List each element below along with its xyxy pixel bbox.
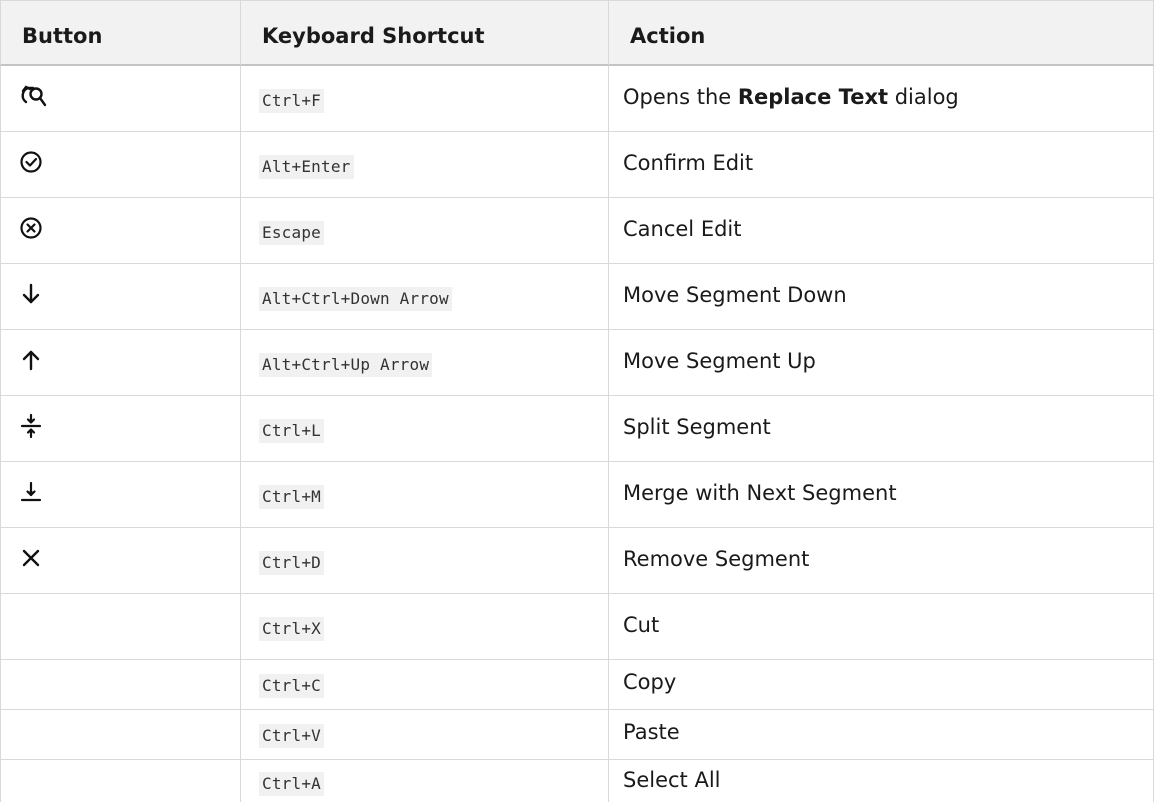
- action-text: Copy: [623, 670, 677, 694]
- shortcut-key: Ctrl+C: [259, 674, 324, 698]
- action-text: Opens the Replace Text dialog: [623, 85, 959, 109]
- table-row: Ctrl+F Opens the Replace Text dialog: [0, 66, 1154, 132]
- shortcut-key: Alt+Ctrl+Up Arrow: [259, 353, 433, 377]
- arrow-down-icon[interactable]: [19, 280, 47, 308]
- merge-segment-icon[interactable]: [19, 478, 47, 506]
- action-text-bold: Replace Text: [737, 85, 889, 109]
- action-text: Paste: [623, 720, 680, 744]
- action-text: Merge with Next Segment: [623, 481, 897, 505]
- table-row: Ctrl+M Merge with Next Segment: [0, 462, 1154, 528]
- action-text: Cancel Edit: [623, 217, 742, 241]
- action-text: Remove Segment: [623, 547, 810, 571]
- action-text: Move Segment Up: [623, 349, 816, 373]
- shortcut-key: Ctrl+L: [259, 419, 324, 443]
- confirm-check-circle-icon[interactable]: [19, 148, 47, 176]
- header-keyboard-shortcut: Keyboard Shortcut: [240, 1, 608, 65]
- table-row: Ctrl+L Split Segment: [0, 396, 1154, 462]
- remove-x-icon[interactable]: [19, 544, 47, 572]
- table-row: Alt+Ctrl+Down Arrow Move Segment Down: [0, 264, 1154, 330]
- table-row: Alt+Enter Confirm Edit: [0, 132, 1154, 198]
- action-text: Select All: [623, 768, 721, 792]
- arrow-up-icon[interactable]: [19, 346, 47, 374]
- shortcut-key: Ctrl+D: [259, 551, 324, 575]
- table-row: Ctrl+C Copy: [0, 660, 1154, 710]
- action-text: Split Segment: [623, 415, 771, 439]
- table-row: Alt+Ctrl+Up Arrow Move Segment Up: [0, 330, 1154, 396]
- shortcut-key: Ctrl+A: [259, 772, 324, 796]
- action-text: Move Segment Down: [623, 283, 847, 307]
- header-action: Action: [608, 1, 1154, 65]
- shortcut-key: Ctrl+V: [259, 724, 324, 748]
- table-row: Ctrl+A Select All: [0, 760, 1154, 802]
- table-header-row: Button Keyboard Shortcut Action: [0, 0, 1154, 66]
- shortcut-key: Escape: [259, 221, 324, 245]
- header-button: Button: [0, 1, 240, 65]
- table-row: Ctrl+V Paste: [0, 710, 1154, 760]
- action-text: Confirm Edit: [623, 151, 754, 175]
- table-row: Ctrl+D Remove Segment: [0, 528, 1154, 594]
- shortcut-key: Alt+Enter: [259, 155, 354, 179]
- replace-text-icon[interactable]: [19, 82, 47, 110]
- shortcut-key: Ctrl+X: [259, 617, 324, 641]
- action-text: Cut: [623, 613, 660, 637]
- cancel-x-circle-icon[interactable]: [19, 214, 47, 242]
- shortcut-key: Ctrl+F: [259, 89, 324, 113]
- shortcut-key: Alt+Ctrl+Down Arrow: [259, 287, 452, 311]
- table-row: Escape Cancel Edit: [0, 198, 1154, 264]
- shortcut-key: Ctrl+M: [259, 485, 324, 509]
- table-row: Ctrl+X Cut: [0, 594, 1154, 660]
- split-segment-icon[interactable]: [19, 412, 47, 440]
